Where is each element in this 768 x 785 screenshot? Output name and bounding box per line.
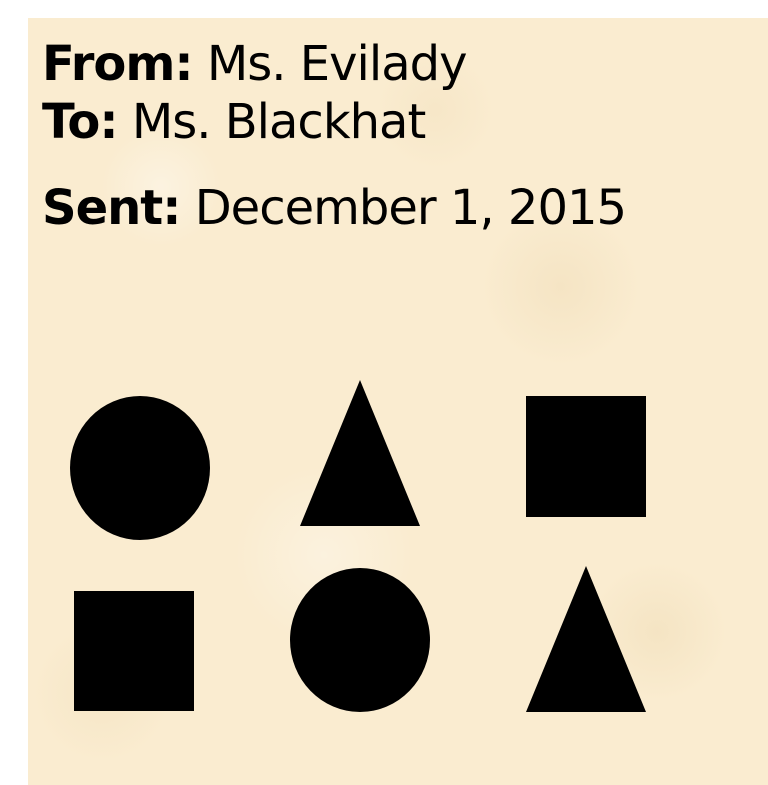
triangle-icon — [526, 566, 646, 712]
triangle-icon — [300, 380, 420, 526]
circle-icon — [290, 568, 430, 712]
message-card: From: Ms. Evilady To: Ms. Blackhat Sent:… — [28, 18, 768, 785]
circle-icon — [70, 396, 210, 540]
shape-grid — [70, 380, 646, 712]
square-icon — [74, 591, 194, 711]
square-icon — [526, 396, 646, 517]
